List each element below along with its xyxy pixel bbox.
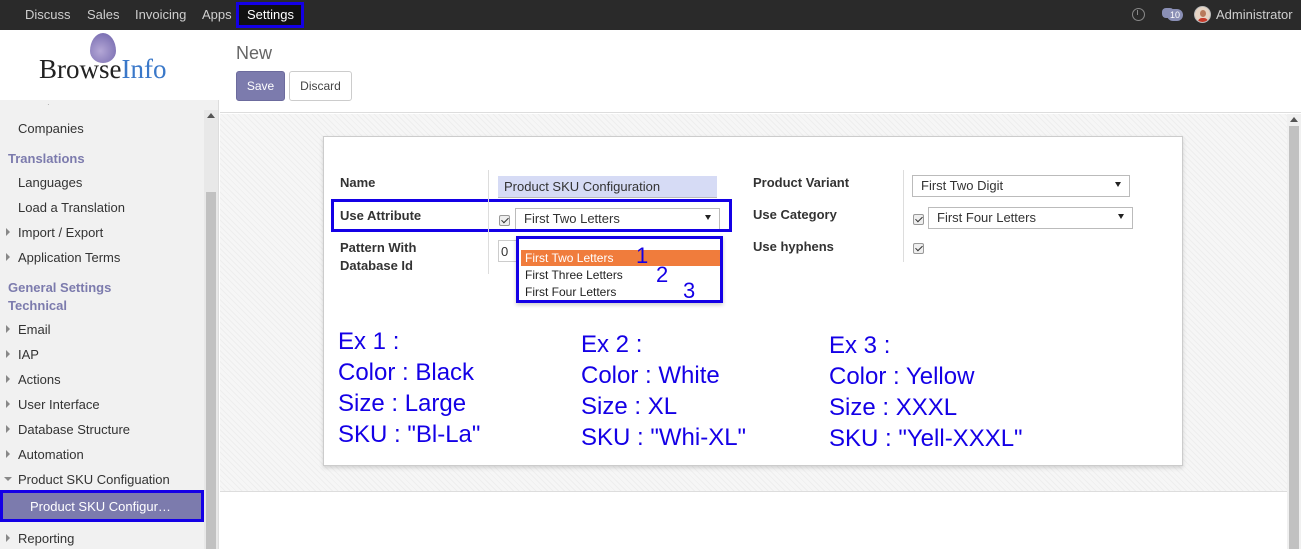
sidebar-item-user-interface[interactable]: User Interface <box>18 397 100 412</box>
sidebar-item-product-sku-configuration-active[interactable]: Product SKU Configur… <box>0 490 204 522</box>
sidebar-item-database-structure[interactable]: Database Structure <box>18 422 130 437</box>
example-2-size: Size : XL <box>581 393 678 420</box>
logo-text-browse: Browse <box>39 54 122 84</box>
sidebar-item-email[interactable]: Email <box>18 322 51 337</box>
sidebar-section-translations: Translations <box>8 151 85 166</box>
dropdown-option-first-two-letters[interactable]: First Two Letters <box>521 250 720 266</box>
nav-invoicing[interactable]: Invoicing <box>135 7 186 22</box>
user-menu[interactable]: Administrator <box>1216 7 1293 22</box>
content-footer-area <box>220 491 1287 549</box>
dropdown-arrow-icon <box>1118 214 1124 219</box>
main-scrollbar[interactable] <box>1287 114 1301 549</box>
annotation-number-2: 2 <box>656 262 669 287</box>
example-1-sku: SKU : "Bl-La" <box>338 421 481 448</box>
save-button[interactable]: Save <box>236 71 285 101</box>
main-scroll-thumb[interactable] <box>1289 126 1299 549</box>
sidebar-item-application-terms[interactable]: Application Terms <box>18 250 120 265</box>
scroll-up-arrow-icon[interactable] <box>1290 117 1298 122</box>
column-divider <box>903 170 904 262</box>
sidebar-item-product-sku-configuation[interactable]: Product SKU Configuation <box>18 472 170 487</box>
name-label: Name <box>340 175 376 190</box>
logo: BrowseInfo <box>0 30 219 100</box>
annotation-number-1: 1 <box>636 243 649 268</box>
sidebar-item-label: Product SKU Configur… <box>30 499 171 514</box>
example-1-color: Color : Black <box>338 359 475 386</box>
scroll-up-arrow-icon[interactable] <box>207 113 215 118</box>
example-3-title: Ex 3 : <box>829 332 891 359</box>
sidebar-item-languages[interactable]: Languages <box>18 175 82 190</box>
example-2-color: Color : White <box>581 362 720 389</box>
caret-right-icon[interactable] <box>6 450 10 458</box>
pattern-label-line2: Database Id <box>340 258 413 273</box>
logo-text-info: Info <box>121 54 167 84</box>
example-1-title: Ex 1 : <box>338 328 400 355</box>
example-3-sku: SKU : "Yell-XXXL" <box>829 425 1023 452</box>
pattern-label-line1: Pattern With <box>340 240 417 255</box>
sidebar-scrollbar[interactable] <box>204 110 218 549</box>
sidebar-section-general-settings: General Settings <box>8 280 112 295</box>
column-divider <box>488 170 489 274</box>
name-field[interactable]: Product SKU Configuration <box>498 176 717 198</box>
example-3-color: Color : Yellow <box>829 363 975 390</box>
annotation-number-3: 3 <box>683 278 696 303</box>
caret-right-icon[interactable] <box>6 350 10 358</box>
product-variant-label: Product Variant <box>753 175 850 190</box>
nav-settings[interactable]: Settings <box>236 2 304 28</box>
sidebar-item-cut[interactable]: · <box>47 100 50 109</box>
sidebar-scroll-thumb[interactable] <box>206 192 216 549</box>
caret-right-icon[interactable] <box>6 228 10 236</box>
use-category-select[interactable]: First Four Letters <box>928 207 1133 229</box>
message-count-badge[interactable]: 10 <box>1167 9 1184 21</box>
sidebar-item-automation[interactable]: Automation <box>18 447 84 462</box>
caret-right-icon[interactable] <box>6 325 10 333</box>
nav-discuss[interactable]: Discuss <box>25 7 71 22</box>
nav-apps[interactable]: Apps <box>202 7 232 22</box>
example-3-size: Size : XXXL <box>829 394 958 421</box>
example-1-size: Size : Large <box>338 390 467 417</box>
caret-right-icon[interactable] <box>6 375 10 383</box>
use-hyphens-label: Use hyphens <box>753 239 834 254</box>
nav-sales[interactable]: Sales <box>87 7 120 22</box>
control-panel: New Save Discard <box>220 30 1301 113</box>
top-navbar: Discuss Sales Invoicing Apps Settings 10… <box>0 0 1301 30</box>
example-2-sku: SKU : "Whi-XL" <box>581 424 747 451</box>
use-category-select-value: First Four Letters <box>937 210 1036 225</box>
sidebar-section-technical: Technical <box>8 298 68 313</box>
example-2-title: Ex 2 : <box>581 331 643 358</box>
logo-text: BrowseInfo <box>39 54 166 85</box>
caret-right-icon[interactable] <box>6 425 10 433</box>
product-variant-select[interactable]: First Two Digit <box>912 175 1130 197</box>
sidebar-item-actions[interactable]: Actions <box>18 372 61 387</box>
breadcrumb: New <box>236 43 273 63</box>
use-category-label: Use Category <box>753 207 837 222</box>
sidebar-item-import-export[interactable]: Import / Export <box>18 225 103 240</box>
sidebar-item-iap[interactable]: IAP <box>18 347 39 362</box>
caret-right-icon[interactable] <box>6 534 10 542</box>
sidebar-item-reporting[interactable]: Reporting <box>18 531 74 546</box>
dropdown-arrow-icon <box>1115 182 1121 187</box>
caret-down-icon[interactable] <box>4 477 12 481</box>
clock-icon[interactable] <box>1132 8 1145 21</box>
avatar[interactable] <box>1194 6 1211 23</box>
product-variant-select-value: First Two Digit <box>921 178 1004 193</box>
pattern-field[interactable]: 0 <box>498 240 518 262</box>
caret-right-icon[interactable] <box>6 400 10 408</box>
sidebar: BrowseInfo · Companies Translations Lang… <box>0 30 219 549</box>
discard-button[interactable]: Discard <box>289 71 352 101</box>
use-category-checkbox[interactable] <box>913 214 924 225</box>
use-hyphens-checkbox[interactable] <box>913 243 924 254</box>
sidebar-item-companies[interactable]: Companies <box>18 121 84 136</box>
use-attribute-highlight <box>331 199 732 232</box>
caret-right-icon[interactable] <box>6 253 10 261</box>
sidebar-item-load-translation[interactable]: Load a Translation <box>18 200 125 215</box>
